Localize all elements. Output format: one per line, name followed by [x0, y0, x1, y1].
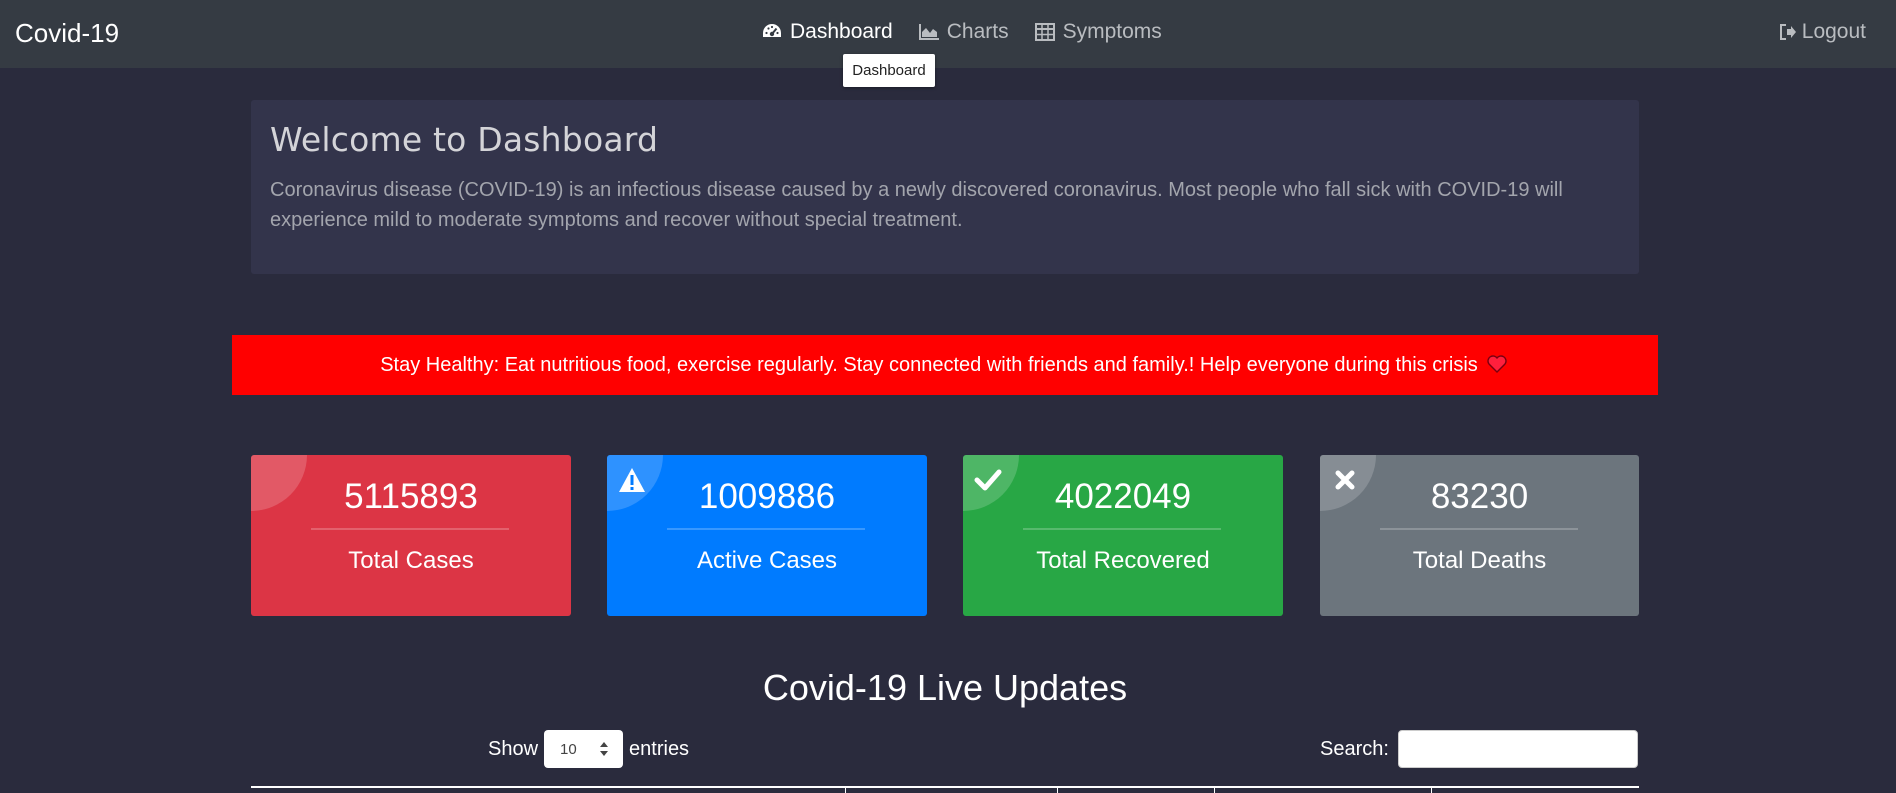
- nav-label-charts: Charts: [946, 20, 1009, 43]
- nav-label-dashboard: Dashboard: [790, 20, 893, 43]
- page-title: Welcome to Dashboard: [270, 120, 659, 159]
- stat-label: Total Deaths: [1412, 547, 1547, 574]
- stat-label: Total Recovered: [1036, 547, 1210, 574]
- dashboard-tooltip: Dashboard: [843, 54, 935, 87]
- card-divider: [667, 528, 865, 530]
- nav-label-symptoms: Symptoms: [1062, 20, 1162, 43]
- stat-value: 5115893: [344, 477, 478, 516]
- stat-label: Active Cases: [696, 547, 838, 574]
- card-divider: [311, 528, 509, 530]
- entries-label: entries: [629, 737, 690, 760]
- updates-table-header-edge: [251, 786, 1639, 793]
- dashboard-icon: [760, 21, 784, 43]
- entries-select-value: 10: [560, 740, 577, 758]
- welcome-description: Coronavirus disease (COVID-19) is an inf…: [270, 179, 1563, 231]
- nav-item-symptoms[interactable]: Symptoms: [1033, 20, 1162, 44]
- alert-text: Stay Healthy: Eat nutritious food, exerc…: [380, 353, 1478, 376]
- live-updates-title: Covid-19 Live Updates: [762, 667, 1128, 708]
- search-input[interactable]: [1397, 730, 1638, 768]
- stat-value: 83230: [1430, 477, 1529, 516]
- card-divider: [1023, 528, 1221, 530]
- main-nav: Dashboard Charts Symptoms: [760, 20, 1186, 44]
- stat-value: 1009886: [698, 477, 836, 516]
- brand-logo[interactable]: Covid-19: [15, 18, 119, 49]
- stat-label: Total Cases: [348, 547, 474, 574]
- stat-card-active-cases: 1009886 Active Cases: [607, 455, 927, 616]
- logout-label: Logout: [1801, 20, 1866, 43]
- welcome-jumbotron: Welcome to Dashboard Coronavirus disease…: [251, 100, 1639, 274]
- table-search: Search:: [1320, 730, 1638, 768]
- top-navbar: Covid-19 Dashboard Charts Symptoms Logou…: [0, 0, 1896, 68]
- heart-icon: [1486, 354, 1510, 376]
- card-divider: [1380, 528, 1578, 530]
- entries-select[interactable]: 10: [544, 730, 624, 768]
- show-label: Show: [488, 737, 539, 760]
- entries-length-control: Show 10 entries: [488, 730, 689, 768]
- logout-link[interactable]: Logout: [1778, 20, 1866, 44]
- sign-out-icon: [1778, 22, 1798, 42]
- health-alert: Stay Healthy: Eat nutritious food, exerc…: [232, 335, 1658, 395]
- stat-value: 4022049: [1054, 477, 1192, 516]
- select-arrows-icon: [599, 740, 609, 758]
- search-label: Search:: [1320, 737, 1389, 760]
- area-chart-icon: [917, 21, 941, 43]
- table-icon: [1033, 21, 1057, 43]
- stat-card-total-cases: 5115893 Total Cases: [251, 455, 571, 616]
- stat-card-total-deaths: 83230 Total Deaths: [1320, 455, 1639, 616]
- nav-item-charts[interactable]: Charts: [917, 20, 1009, 44]
- nav-item-dashboard[interactable]: Dashboard: [760, 20, 893, 44]
- stat-card-total-recovered: 4022049 Total Recovered: [963, 455, 1283, 616]
